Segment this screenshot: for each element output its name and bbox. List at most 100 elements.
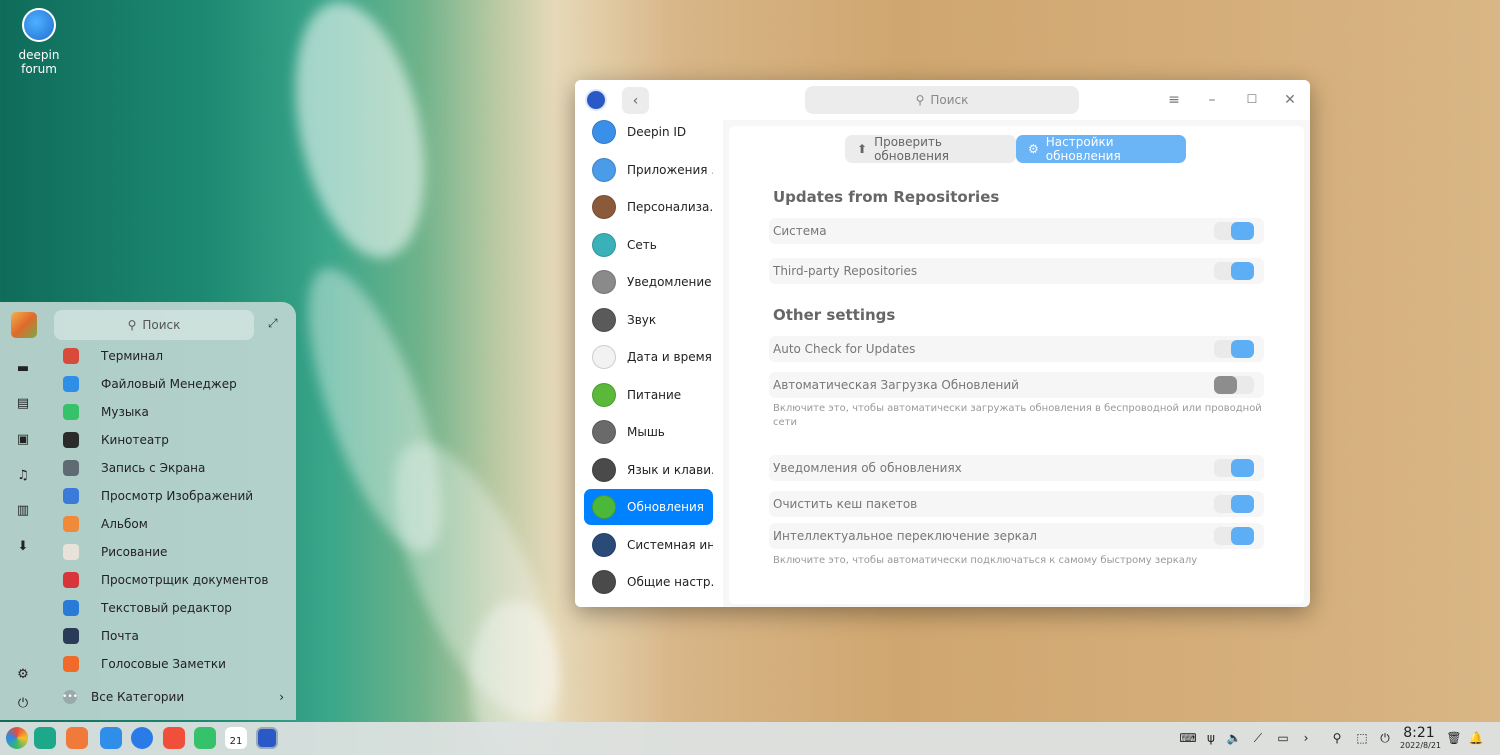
nav-item[interactable]: Дата и время — [584, 339, 713, 375]
launcher-app-item[interactable]: Рисование — [56, 538, 292, 566]
third-party-toggle[interactable] — [1214, 262, 1254, 280]
auto-check-toggle[interactable] — [1214, 340, 1254, 358]
control-center-logo-icon — [585, 89, 607, 111]
back-button[interactable]: ‹ — [622, 87, 649, 114]
nav-item[interactable]: Питание — [584, 377, 713, 413]
nav-item-label: Уведомление — [627, 275, 712, 289]
titlebar: ‹ ⚲ Поиск ≡ – ☐ ✕ — [575, 80, 1310, 120]
launcher-app-item[interactable]: Голосовые Заметки — [56, 650, 292, 678]
music-icon[interactable] — [194, 727, 216, 749]
picture-icon[interactable]: ▣ — [15, 431, 31, 447]
browser-icon[interactable] — [131, 727, 153, 749]
nav-item-icon — [592, 307, 616, 332]
volume-icon[interactable]: 🔈 — [1227, 731, 1242, 745]
clean-cache-toggle[interactable] — [1214, 495, 1254, 513]
nav-item[interactable]: Персонализа... — [584, 189, 713, 225]
launcher-app-item[interactable]: Файловый Менеджер — [56, 370, 292, 398]
notify-toggle[interactable] — [1214, 459, 1254, 477]
multitask-icon[interactable] — [34, 727, 56, 749]
nav-item-label: Сеть — [627, 237, 657, 252]
nav-item[interactable]: Звук — [584, 302, 713, 338]
search-icon[interactable]: ⚲ — [1330, 731, 1344, 745]
notification-bell-icon[interactable]: 🔔 — [1469, 731, 1484, 745]
calendar-icon[interactable]: 21 — [225, 727, 247, 749]
minimize-icon[interactable]: – — [1204, 92, 1220, 108]
control-center-icon[interactable] — [256, 727, 278, 749]
workspace-icon[interactable] — [66, 727, 88, 749]
avatar[interactable] — [11, 312, 37, 338]
nav-item-label: Звук — [627, 312, 657, 327]
window-search-input[interactable]: ⚲ Поиск — [805, 86, 1079, 114]
mirror-toggle[interactable] — [1214, 527, 1254, 545]
nav-item[interactable]: Приложения ... — [584, 152, 713, 188]
nav-item[interactable]: Обновления — [584, 489, 713, 525]
desktop-icon-deepin-forum[interactable]: deepin forum — [12, 8, 66, 76]
power-icon[interactable]: ⏻ — [1378, 731, 1392, 745]
nav-item[interactable]: Мышь — [584, 414, 713, 450]
file-manager-icon[interactable] — [100, 727, 122, 749]
nav-item[interactable]: Уведомление — [584, 264, 713, 300]
launcher-app-item[interactable]: Кинотеатр — [56, 426, 292, 454]
tab-check-updates[interactable]: ⬆ Проверить обновления — [845, 135, 1016, 163]
maximize-icon[interactable]: ☐ — [1244, 92, 1260, 106]
launcher-app-item[interactable]: Просмотрщик документов — [56, 566, 292, 594]
chevron-right-icon[interactable]: › — [1299, 731, 1313, 745]
video-icon[interactable]: ▥ — [15, 502, 31, 518]
setting-label-third-party: Third-party Repositories — [773, 264, 918, 278]
section-title-other-settings: Other settings — [773, 306, 896, 324]
network-icon[interactable]: ⟋ — [1251, 731, 1265, 745]
close-icon[interactable]: ✕ — [1282, 92, 1298, 108]
launcher-app-label: Файловый Менеджер — [101, 377, 237, 391]
launcher-app-label: Голосовые Заметки — [101, 657, 226, 671]
nav-item-icon — [592, 570, 616, 594]
nav-item[interactable]: Сеть — [584, 227, 713, 263]
launcher-app-label: Альбом — [101, 517, 148, 531]
all-categories-button[interactable]: ••• Все Категории › — [56, 684, 284, 710]
usb-icon[interactable]: ψ — [1204, 731, 1218, 745]
menu-icon[interactable]: ≡ — [1166, 92, 1182, 108]
clock[interactable]: 8:21 2022/8/21 — [1400, 725, 1441, 751]
system-toggle[interactable] — [1214, 222, 1254, 240]
desktop-icon-label-line1: deepin — [18, 48, 60, 62]
app-icon — [63, 572, 79, 588]
launcher-app-item[interactable]: Музыка — [56, 398, 292, 426]
deepin-forum-icon — [22, 8, 56, 42]
search-icon: ⚲ — [915, 93, 925, 107]
computer-icon[interactable]: ▬ — [15, 360, 31, 376]
nav-item[interactable]: Системная ин... — [584, 527, 713, 563]
launcher-app-label: Терминал — [101, 349, 164, 363]
nav-item[interactable]: Deepin ID — [584, 120, 713, 150]
power-icon[interactable]: ⏻ — [15, 695, 31, 711]
nav-item-label: Дата и время — [627, 350, 712, 364]
launcher-app-item[interactable]: Альбом — [56, 510, 292, 538]
app-icon — [63, 516, 79, 532]
launcher-app-item[interactable]: Текстовый редактор — [56, 594, 292, 622]
window-search-placeholder: Поиск — [930, 93, 969, 107]
launcher-app-item[interactable]: Терминал — [56, 342, 292, 370]
tab-update-settings[interactable]: ⚙ Настройки обновления — [1016, 135, 1186, 163]
music-icon[interactable]: ♫ — [15, 467, 31, 483]
control-center-window: ‹ ⚲ Поиск ≡ – ☐ ✕ Deepin ID Приложения ..… — [575, 80, 1310, 607]
setting-label-notify: Уведомления об обновлениях — [773, 461, 962, 475]
nav-item[interactable]: Язык и клави... — [584, 452, 713, 488]
nav-item-label: Мышь — [627, 425, 665, 439]
settings-icon[interactable]: ⚙ — [15, 666, 31, 682]
expand-icon[interactable]: ⤢ — [268, 316, 278, 331]
update-settings-panel: ⬆ Проверить обновления ⚙ Настройки обнов… — [729, 126, 1304, 604]
launcher-search-input[interactable]: ⚲ Поиск — [54, 310, 254, 340]
launcher-app-item[interactable]: Почта — [56, 622, 292, 650]
download-icon[interactable]: ⬇ — [15, 538, 31, 554]
screenshot-icon[interactable]: ⬚ — [1355, 731, 1369, 745]
document-icon[interactable]: ▤ — [15, 395, 31, 411]
nav-item-label: Обновления — [627, 500, 705, 514]
keyboard-icon[interactable]: ⌨ — [1179, 731, 1196, 745]
auto-download-toggle[interactable] — [1214, 376, 1254, 394]
launcher-app-item[interactable]: Запись с Экрана — [56, 454, 292, 482]
launcher-app-item[interactable]: Просмотр Изображений — [56, 482, 292, 510]
trash-icon[interactable]: 🗑 — [1446, 731, 1461, 745]
nav-item-icon — [592, 232, 616, 257]
album-icon[interactable] — [163, 727, 185, 749]
launcher-icon[interactable] — [6, 727, 28, 749]
nav-item[interactable]: Общие настр... — [584, 564, 713, 600]
battery-icon[interactable]: ▭ — [1274, 731, 1292, 745]
